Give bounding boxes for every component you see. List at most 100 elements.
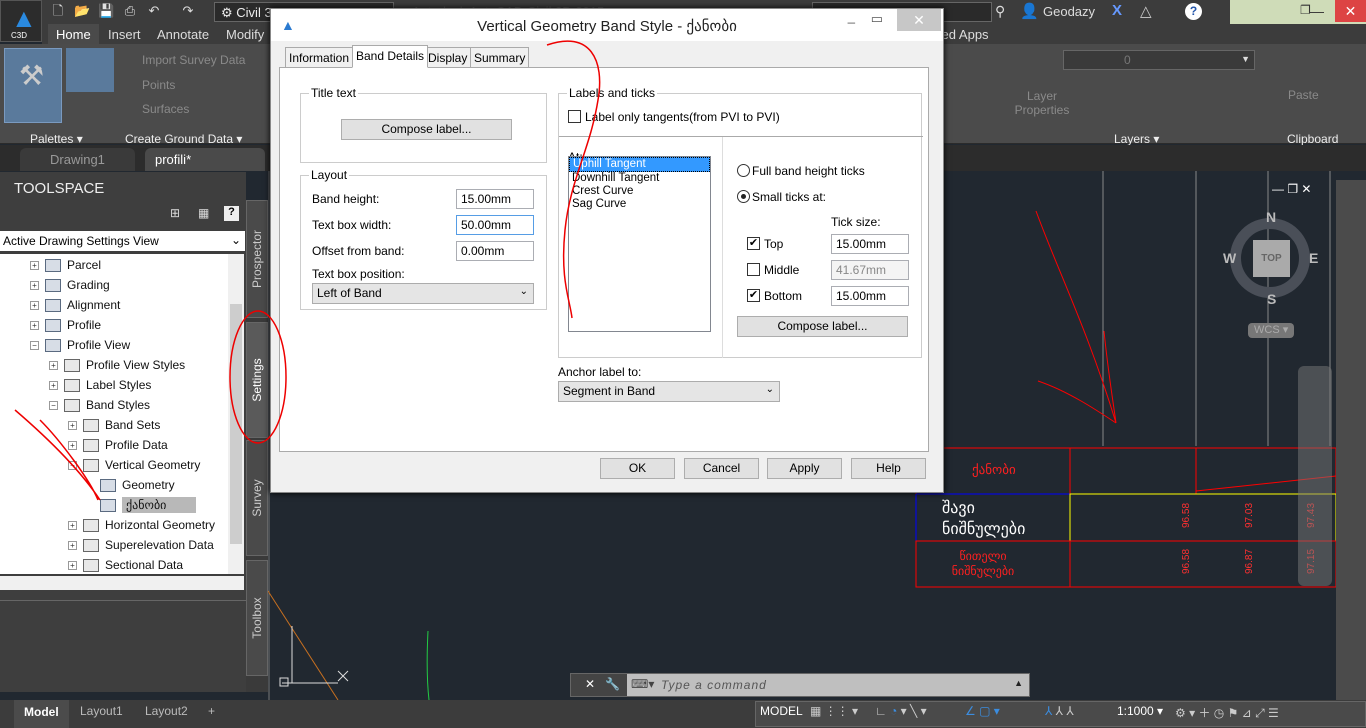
undo-icon[interactable]: ↶ [146, 3, 162, 19]
compass-w[interactable]: W [1223, 250, 1236, 266]
compass-s[interactable]: S [1267, 291, 1276, 307]
tree-item[interactable]: + Horizontal Geometry [68, 518, 215, 533]
tab-modify[interactable]: Modify [226, 27, 264, 42]
tick-size-input[interactable]: 15.00mm [831, 286, 909, 306]
panel-layers[interactable]: Layers ▾ [1114, 132, 1159, 146]
help-icon[interactable]: ? [224, 206, 239, 221]
at-list-item[interactable]: Crest Curve [569, 185, 710, 198]
ortho-icon[interactable]: ∟ ◔ ▾ ╲ ▾ [875, 704, 927, 718]
expand-icon[interactable]: + [68, 561, 77, 571]
doc-tab-drawing1[interactable]: Drawing1 [20, 148, 135, 171]
expand-icon[interactable]: + [68, 421, 77, 431]
tick-top-checkbox[interactable]: ✔ [747, 237, 760, 250]
text-box-width-input[interactable]: 50.00mm [456, 215, 534, 235]
minimize-icon[interactable]: — [1310, 3, 1324, 19]
tick-size-input[interactable]: 41.67mm [831, 260, 909, 280]
import-survey-data[interactable]: Import Survey Data [142, 53, 245, 67]
surfaces-menu[interactable]: Surfaces [142, 102, 189, 116]
paste-button[interactable]: Paste [1288, 88, 1319, 102]
item-view-icon[interactable]: ▦ [198, 206, 209, 220]
tree-item[interactable]: + Profile [30, 318, 101, 333]
tree-item[interactable]: − Band Styles [49, 398, 150, 413]
navigation-bar[interactable] [1298, 366, 1332, 586]
user-name[interactable]: Geodazy [1043, 4, 1095, 19]
tab-toolbox[interactable]: Toolbox [246, 560, 268, 676]
collapse-icon[interactable]: − [30, 341, 39, 351]
gear-icon[interactable]: ⚙ ▾ ＋ ◷ ⚑ ⊿ ⤢ ☰ [1175, 704, 1279, 721]
tab-insert[interactable]: Insert [108, 27, 141, 42]
command-prompt-icon[interactable]: ⌨▾ [631, 677, 654, 691]
tree-item[interactable]: ქანობი [100, 497, 197, 513]
tree-view-icon[interactable]: ⊞ [170, 206, 180, 220]
layer-properties-button[interactable]: Layer Properties [1012, 89, 1072, 117]
print-icon[interactable]: ⎙ [122, 3, 138, 19]
tree-hscrollbar[interactable] [0, 576, 244, 590]
scale-dropdown[interactable]: 1:1000 ▾ [1117, 704, 1163, 718]
tick-middle-checkbox[interactable] [747, 263, 760, 276]
tree-item[interactable]: Geometry [100, 478, 175, 493]
tab-home[interactable]: Home [48, 24, 99, 45]
band-height-input[interactable]: 15.00mm [456, 189, 534, 209]
right-toolbar[interactable] [1336, 180, 1366, 700]
tree-item[interactable]: − Profile View [30, 338, 130, 353]
apply-button[interactable]: Apply [767, 458, 842, 479]
tree-scrollbar[interactable] [228, 254, 244, 574]
tab-display[interactable]: Display [424, 47, 472, 68]
close-app-button[interactable]: ✕ [1335, 0, 1366, 22]
collapse-icon[interactable]: − [68, 461, 77, 471]
minimize-icon[interactable]: _ [848, 9, 855, 24]
panel-create-ground-data[interactable]: Create Ground Data ▾ [125, 132, 242, 146]
layer-dropdown[interactable]: 0 ▼ [1063, 50, 1255, 70]
full-band-height-radio[interactable] [737, 164, 750, 177]
expand-icon[interactable]: + [30, 261, 39, 271]
tree-item[interactable]: + Band Sets [68, 418, 160, 433]
tab-information[interactable]: Information [285, 47, 354, 68]
tab-settings[interactable]: Settings [246, 322, 268, 438]
toolspace-button[interactable]: ⚒ [4, 48, 62, 123]
panel-palettes[interactable]: Palettes ▾ [30, 132, 83, 146]
annotation-scale-icon[interactable]: ⅄ ⅄ ⅄ [1045, 704, 1074, 718]
tab-prospector[interactable]: Prospector [246, 200, 268, 318]
osnap-icon[interactable]: ∠ ▢ ▾ [965, 704, 1000, 718]
expand-icon[interactable]: + [49, 381, 58, 391]
compose-title-button[interactable]: Compose label... [341, 119, 512, 140]
expand-icon[interactable]: + [49, 361, 58, 371]
expand-icon[interactable]: + [30, 321, 39, 331]
a360-icon[interactable]: △ [1140, 2, 1152, 20]
points-menu[interactable]: Points [142, 78, 175, 92]
model-space-button[interactable]: MODEL [760, 704, 803, 718]
offset-input[interactable]: 0.00mm [456, 241, 534, 261]
expand-icon[interactable]: + [68, 441, 77, 451]
cancel-button[interactable]: Cancel [684, 458, 759, 479]
save-icon[interactable]: 💾 [98, 3, 114, 19]
binoculars-icon[interactable]: ⚲ [995, 3, 1005, 20]
expand-icon[interactable]: + [30, 301, 39, 311]
expand-icon[interactable]: + [30, 281, 39, 291]
viewport-controls[interactable]: — ❐ ✕ [1272, 182, 1311, 196]
close-dialog-button[interactable]: ✕ [897, 9, 941, 31]
expand-icon[interactable]: + [68, 521, 77, 531]
tab-layout2[interactable]: Layout2 [145, 704, 188, 718]
add-layout-icon[interactable]: + [208, 704, 215, 718]
wcs-menu[interactable]: WCS ▾ [1248, 323, 1294, 338]
viewcube-top[interactable]: TOP [1253, 240, 1290, 277]
view-dropdown[interactable]: Active Drawing Settings View ⌄ [0, 231, 245, 251]
application-menu-button[interactable]: ▲ C3D [0, 0, 42, 42]
compose-ticks-label-button[interactable]: Compose label... [737, 316, 908, 337]
palette-buttons[interactable] [66, 48, 114, 92]
compass-e[interactable]: E [1309, 250, 1318, 266]
help-icon[interactable]: ? [1185, 3, 1202, 20]
tab-layout1[interactable]: Layout1 [80, 704, 123, 718]
command-input[interactable]: Type a command [661, 678, 767, 692]
tab-band-details[interactable]: Band Details [352, 45, 429, 68]
maximize-icon[interactable]: ▭ [871, 11, 883, 27]
expand-icon[interactable]: + [68, 541, 77, 551]
at-listbox[interactable]: Uphill Tangent Downhill Tangent Crest Curv… [568, 156, 711, 332]
exchange-icon[interactable]: X [1112, 2, 1122, 19]
tree-item[interactable]: + Grading [30, 278, 110, 293]
wrench-icon[interactable]: 🔧 [605, 677, 620, 691]
tick-bottom-checkbox[interactable]: ✔ [747, 289, 760, 302]
tree-item[interactable]: + Profile Data [68, 438, 168, 453]
at-list-item[interactable]: Sag Curve [569, 198, 710, 211]
text-box-position-select[interactable]: Left of Band ⌄ [312, 283, 534, 304]
